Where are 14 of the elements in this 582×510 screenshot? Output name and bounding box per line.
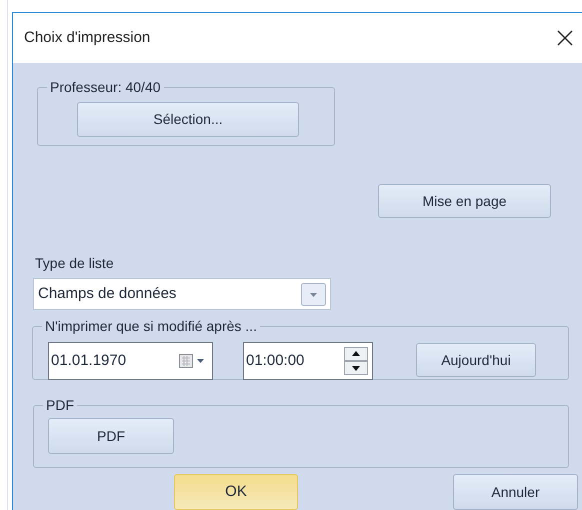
page-setup-button[interactable]: Mise en page (378, 184, 551, 218)
list-type-dropdown[interactable]: Champs de données (33, 278, 331, 310)
today-button[interactable]: Aujourd'hui (416, 343, 536, 377)
time-field[interactable]: 01:00:00 (243, 342, 373, 380)
window-title: Choix d'impression (24, 28, 150, 48)
pdf-button[interactable]: PDF (48, 418, 174, 454)
date-field[interactable]: 01.01.1970 (48, 342, 213, 380)
selection-button[interactable]: Sélection... (77, 102, 299, 137)
spin-buttons-icon[interactable] (344, 347, 368, 375)
calendar-icon[interactable] (178, 352, 206, 370)
cancel-button[interactable]: Annuler (453, 474, 578, 510)
close-icon[interactable] (557, 30, 573, 46)
ok-button[interactable]: OK (174, 474, 298, 510)
list-type-label: Type de liste (35, 254, 114, 272)
